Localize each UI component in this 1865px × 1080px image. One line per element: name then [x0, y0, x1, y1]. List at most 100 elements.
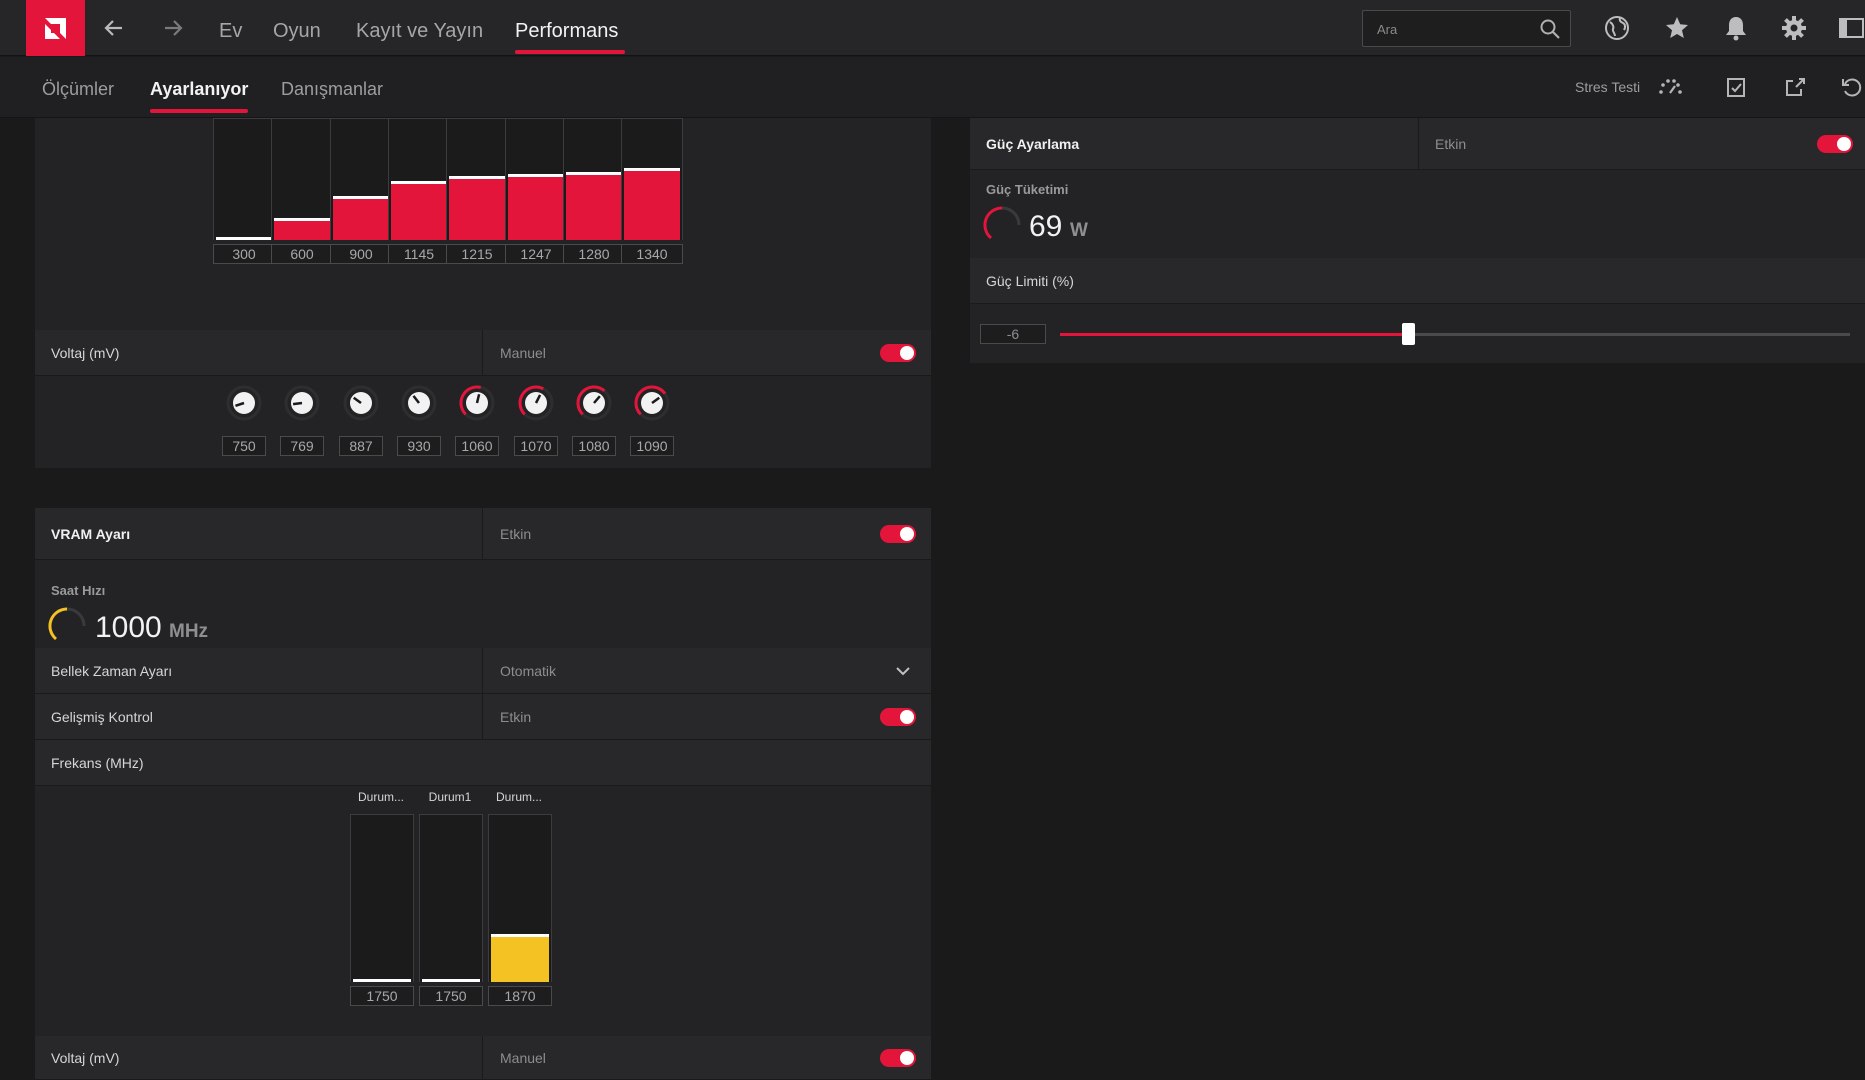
gpu-freq-bar[interactable] — [563, 118, 625, 240]
nav-kayit-ve-yayin[interactable]: Kayıt ve Yayın — [356, 20, 483, 43]
voltage-value[interactable]: 887 — [339, 436, 383, 456]
gpu-freq-bar-fill — [216, 237, 272, 240]
search-input[interactable] — [1377, 19, 1537, 39]
stress-test-label[interactable]: Stres Testi — [1575, 79, 1640, 95]
gpu-freq-bar[interactable] — [446, 118, 508, 240]
power-title: Güç Ayarlama — [986, 136, 1080, 152]
bell-icon[interactable] — [1722, 14, 1750, 47]
voltage-knob[interactable] — [517, 384, 555, 422]
gpu-freq-bar[interactable] — [213, 118, 275, 240]
gpu-freq-value[interactable]: 900 — [330, 244, 392, 264]
gpu-freq-bar[interactable] — [271, 118, 333, 240]
gpu-freq-bar-fill — [508, 173, 564, 240]
gear-icon[interactable] — [1780, 14, 1808, 47]
nav-active-indicator — [515, 50, 625, 54]
vram-state-bar-fill — [422, 979, 480, 982]
memory-timing-label: Bellek Zaman Ayarı — [51, 663, 173, 679]
vram-state-value[interactable]: 1870 — [488, 986, 552, 1006]
search-box[interactable] — [1362, 10, 1571, 47]
voltage-value[interactable]: 930 — [397, 436, 441, 456]
vram-state-bar[interactable] — [419, 814, 483, 982]
sub-nav-bar: Ölçümler Ayarlanıyor Danışmanlar Stres T… — [0, 57, 1865, 118]
gauge-icon[interactable] — [1657, 76, 1683, 103]
gpu-freq-bar[interactable] — [621, 118, 683, 240]
chevron-down-icon[interactable] — [895, 663, 911, 684]
vram-state-bar[interactable] — [488, 814, 552, 982]
vram-state-value[interactable]: 1750 — [419, 986, 483, 1006]
star-icon[interactable] — [1663, 14, 1691, 47]
sidebar-toggle-icon[interactable] — [1838, 14, 1865, 47]
arrow-right-icon[interactable] — [159, 14, 187, 42]
vram-voltage-label: Voltaj (mV) — [51, 1050, 120, 1066]
power-limit-slider[interactable] — [1060, 323, 1850, 345]
voltage-value[interactable]: 1070 — [514, 436, 558, 456]
gpu-freq-value[interactable]: 1215 — [446, 244, 508, 264]
vram-clock-unit: MHz — [169, 621, 209, 642]
gpu-freq-bar[interactable] — [388, 118, 450, 240]
globe-icon[interactable] — [1603, 14, 1631, 47]
vram-state-label: Durum... — [357, 790, 404, 804]
voltage-knob[interactable] — [575, 384, 613, 422]
memory-timing-select[interactable]: Otomatik — [500, 663, 556, 679]
amd-logo[interactable] — [26, 0, 85, 56]
voltage-knob[interactable] — [458, 384, 496, 422]
gpu-freq-bar[interactable] — [330, 118, 392, 240]
nav-oyun[interactable]: Oyun — [273, 20, 321, 43]
tab-danismanlar[interactable]: Danışmanlar — [281, 79, 383, 100]
voltage-knob[interactable] — [225, 384, 263, 422]
amd-logo-icon — [45, 18, 66, 39]
search-icon[interactable] — [1539, 18, 1561, 45]
voltage-value[interactable]: 1060 — [455, 436, 499, 456]
vram-panel: VRAM Ayarı Etkin Saat Hızı 1000 MHz Bell… — [35, 508, 931, 1080]
tab-active-indicator — [150, 109, 248, 113]
power-limit-label: Güç Limiti (%) — [986, 273, 1074, 289]
power-limit-slider-thumb[interactable] — [1401, 323, 1415, 345]
voltage-knob[interactable] — [400, 384, 438, 422]
voltage-value[interactable]: 1090 — [630, 436, 674, 456]
power-limit-slider-fill — [1060, 333, 1408, 336]
tab-ayarlaniyor[interactable]: Ayarlanıyor — [150, 79, 248, 100]
power-tuning-panel: Güç Ayarlama Etkin Güç Tüketimi 69 W Güç… — [970, 118, 1865, 363]
nav-ev[interactable]: Ev — [219, 20, 242, 43]
vram-state-label: Durum... — [495, 790, 542, 804]
voltage-knob[interactable] — [283, 384, 321, 422]
arrow-left-icon[interactable] — [100, 14, 128, 42]
gpu-freq-bar[interactable] — [505, 118, 567, 240]
memory-timing-row: Bellek Zaman Ayarı Otomatik — [35, 648, 931, 694]
vram-voltage-toggle[interactable] — [880, 1049, 916, 1067]
gpu-freq-value[interactable]: 600 — [271, 244, 333, 264]
vram-frequency-label: Frekans (MHz) — [51, 755, 144, 771]
export-icon[interactable] — [1784, 76, 1806, 103]
power-toggle[interactable] — [1817, 135, 1853, 153]
vram-frequency-row: Frekans (MHz) — [35, 740, 931, 786]
advanced-control-toggle[interactable] — [880, 708, 916, 726]
voltage-value[interactable]: 1080 — [572, 436, 616, 456]
voltage-knob[interactable] — [342, 384, 380, 422]
gpu-freq-bar-fill — [333, 196, 389, 240]
power-limit-input[interactable]: -6 — [980, 324, 1046, 344]
vram-state-value[interactable]: 1750 — [350, 986, 414, 1006]
power-consumption-value: 69 — [1029, 210, 1063, 243]
vram-clock-label: Saat Hızı — [51, 583, 106, 598]
advanced-control-status: Etkin — [500, 709, 532, 725]
tab-olcumler[interactable]: Ölçümler — [42, 79, 114, 100]
gpu-freq-value[interactable]: 1280 — [563, 244, 625, 264]
vram-state-bar-fill — [491, 934, 549, 982]
gpu-freq-value[interactable]: 300 — [213, 244, 275, 264]
vram-toggle[interactable] — [880, 525, 916, 543]
vram-status: Etkin — [500, 526, 532, 542]
gpu-freq-value[interactable]: 1247 — [505, 244, 567, 264]
vram-clock-gauge-icon — [48, 607, 86, 650]
checklist-icon[interactable] — [1726, 76, 1746, 103]
voltage-value[interactable]: 769 — [280, 436, 324, 456]
vram-state-bar[interactable] — [350, 814, 414, 982]
reset-icon[interactable] — [1840, 76, 1862, 103]
power-status: Etkin — [1435, 136, 1467, 152]
gpu-freq-value[interactable]: 1145 — [388, 244, 450, 264]
gpu-freq-value[interactable]: 1340 — [621, 244, 683, 264]
nav-performans[interactable]: Performans — [515, 20, 618, 43]
voltage-knob[interactable] — [633, 384, 671, 422]
gpu-freq-bar-fill — [566, 171, 622, 240]
gpu-voltage-toggle[interactable] — [880, 344, 916, 362]
voltage-value[interactable]: 750 — [222, 436, 266, 456]
